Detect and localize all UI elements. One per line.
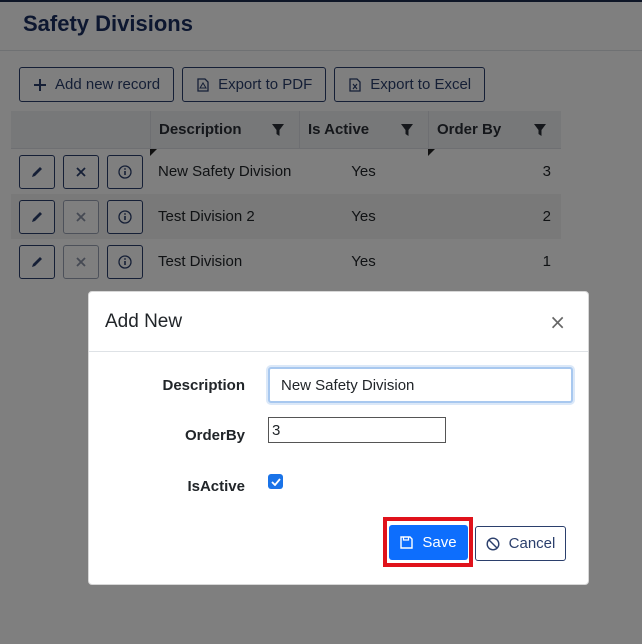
checkmark-icon (270, 477, 281, 486)
cancel-label: Cancel (508, 535, 556, 552)
save-button[interactable]: Save (389, 525, 468, 560)
dialog-title: Add New (105, 311, 183, 332)
floppy-disk-icon (400, 536, 414, 549)
cancel-button[interactable]: Cancel (475, 526, 566, 561)
orderby-label: OrderBy (184, 427, 245, 444)
cancel-icon (486, 536, 500, 551)
close-dialog-button[interactable]: × (549, 312, 566, 332)
description-input[interactable] (268, 367, 573, 403)
isactive-label: IsActive (187, 478, 245, 495)
isactive-checkbox[interactable] (268, 474, 283, 489)
description-label: Description (162, 377, 245, 394)
add-new-dialog: Add New × Description OrderBy IsActive S… (88, 291, 589, 585)
save-label: Save (422, 534, 457, 551)
orderby-input[interactable] (268, 417, 446, 443)
dialog-header: Add New × (89, 292, 588, 352)
